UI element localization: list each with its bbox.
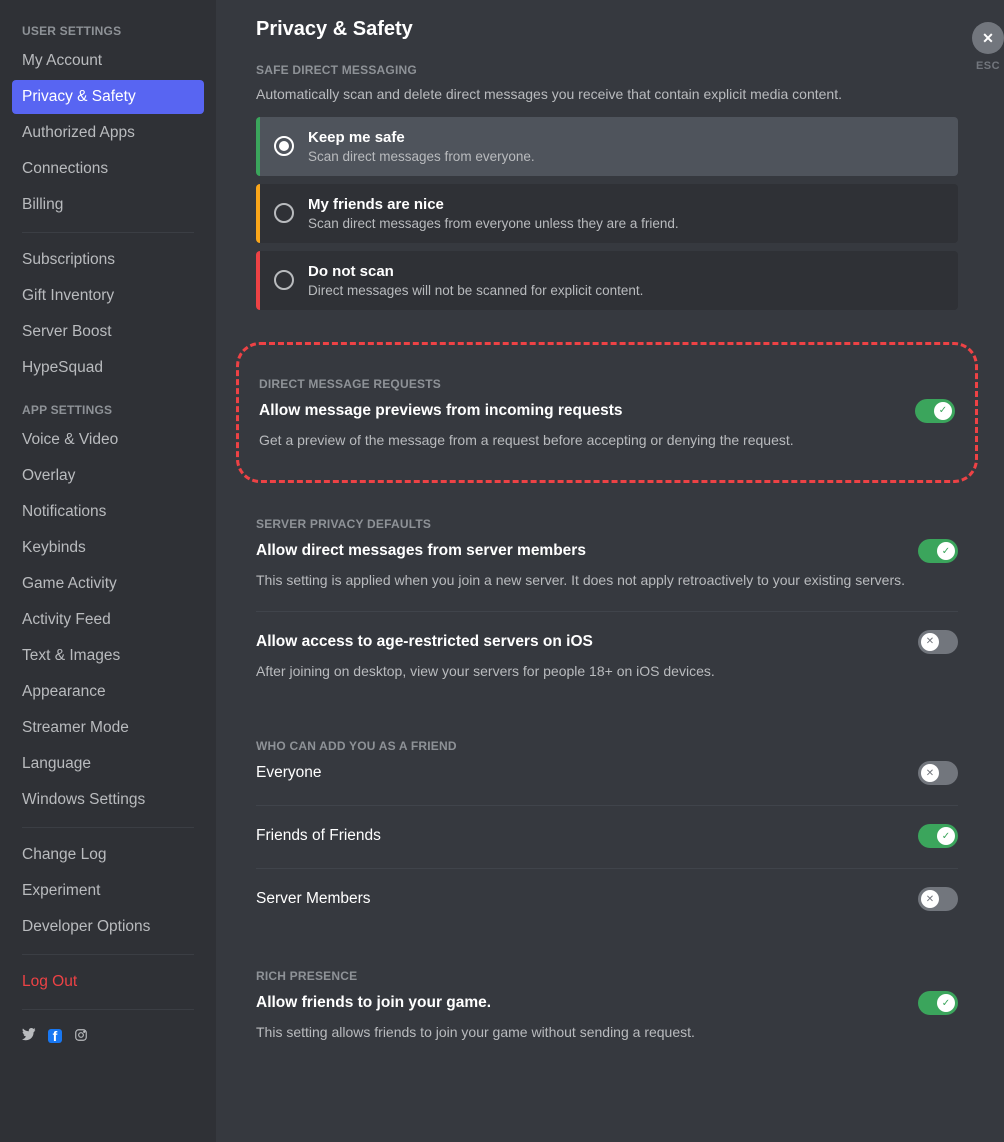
page-title: Privacy & Safety — [256, 18, 958, 41]
sidebar-item-authorized-apps[interactable]: Authorized Apps — [12, 116, 204, 150]
radio-keep-me-safe[interactable]: Keep me safe Scan direct messages from e… — [256, 117, 958, 176]
sidebar-item-overlay[interactable]: Overlay — [12, 459, 204, 493]
friend-heading: WHO CAN ADD YOU AS A FRIEND — [256, 739, 958, 753]
close-button[interactable]: ✕ ESC — [972, 22, 1004, 72]
close-icon: ✕ — [972, 22, 1004, 54]
sidebar-separator — [22, 954, 194, 955]
sidebar-separator — [22, 232, 194, 233]
safe-dm-radio-group: Keep me safe Scan direct messages from e… — [256, 117, 958, 310]
sidebar-item-my-account[interactable]: My Account — [12, 44, 204, 78]
check-icon: ✓ — [934, 402, 952, 420]
toggle-title: Allow friends to join your game. — [256, 994, 491, 1012]
toggle-desc: Get a preview of the message from a requ… — [259, 431, 955, 451]
server-privacy-heading: SERVER PRIVACY DEFAULTS — [256, 517, 958, 531]
toggle-desc: This setting is applied when you join a … — [256, 571, 958, 591]
safe-dm-desc: Automatically scan and delete direct mes… — [256, 85, 958, 105]
toggle-allow-message-previews: Allow message previews from incoming req… — [259, 399, 955, 423]
instagram-icon[interactable] — [74, 1028, 88, 1045]
sidebar-item-billing[interactable]: Billing — [12, 188, 204, 222]
sidebar-item-server-boost[interactable]: Server Boost — [12, 315, 204, 349]
radio-icon — [274, 270, 294, 290]
divider — [256, 868, 958, 869]
check-icon: ✓ — [937, 542, 955, 560]
sidebar-item-windows-settings[interactable]: Windows Settings — [12, 783, 204, 817]
divider — [256, 805, 958, 806]
toggle-desc: This setting allows friends to join your… — [256, 1023, 958, 1043]
sidebar-separator — [22, 1009, 194, 1010]
toggle-switch[interactable]: ✓ — [918, 991, 958, 1015]
radio-title: Do not scan — [308, 263, 643, 280]
toggle-age-restricted-ios: Allow access to age-restricted servers o… — [256, 630, 958, 682]
divider — [256, 611, 958, 612]
dm-requests-heading: DIRECT MESSAGE REQUESTS — [259, 377, 955, 391]
sidebar-item-change-log[interactable]: Change Log — [12, 838, 204, 872]
rich-presence-heading: RICH PRESENCE — [256, 969, 958, 983]
toggle-desc: After joining on desktop, view your serv… — [256, 662, 958, 682]
radio-icon — [274, 203, 294, 223]
sidebar-item-voice-video[interactable]: Voice & Video — [12, 423, 204, 457]
toggle-allow-dm-server-members: Allow direct messages from server member… — [256, 539, 958, 591]
toggle-title: Allow message previews from incoming req… — [259, 402, 623, 420]
radio-sub: Scan direct messages from everyone. — [308, 149, 535, 164]
check-icon: ✓ — [937, 994, 955, 1012]
sidebar-item-hypesquad[interactable]: HypeSquad — [12, 351, 204, 385]
radio-title: My friends are nice — [308, 196, 679, 213]
radio-sub: Direct messages will not be scanned for … — [308, 283, 643, 298]
sidebar-item-experiment[interactable]: Experiment — [12, 874, 204, 908]
toggle-allow-friends-join: Allow friends to join your game. ✓ — [256, 991, 958, 1015]
radio-sub: Scan direct messages from everyone unles… — [308, 216, 679, 231]
highlighted-section: DIRECT MESSAGE REQUESTS Allow message pr… — [236, 342, 978, 484]
twitter-icon[interactable] — [22, 1028, 36, 1045]
sidebar-item-language[interactable]: Language — [12, 747, 204, 781]
toggle-switch[interactable]: ✕ — [918, 761, 958, 785]
toggle-switch[interactable]: ✕ — [918, 887, 958, 911]
main-content: ✕ ESC Privacy & Safety SAFE DIRECT MESSA… — [216, 0, 1004, 1142]
sidebar-item-notifications[interactable]: Notifications — [12, 495, 204, 529]
sidebar-item-subscriptions[interactable]: Subscriptions — [12, 243, 204, 277]
sidebar-heading-user: USER SETTINGS — [12, 20, 204, 44]
toggle-server-members: Server Members ✕ — [256, 887, 958, 911]
sidebar-item-activity-feed[interactable]: Activity Feed — [12, 603, 204, 637]
x-icon: ✕ — [921, 633, 939, 651]
sidebar-item-streamer-mode[interactable]: Streamer Mode — [12, 711, 204, 745]
toggle-switch[interactable]: ✓ — [915, 399, 955, 423]
sidebar-item-privacy-safety[interactable]: Privacy & Safety — [12, 80, 204, 114]
settings-sidebar: USER SETTINGS My Account Privacy & Safet… — [0, 0, 216, 1142]
check-icon: ✓ — [937, 827, 955, 845]
sidebar-item-gift-inventory[interactable]: Gift Inventory — [12, 279, 204, 313]
toggle-switch[interactable]: ✕ — [918, 630, 958, 654]
radio-icon — [274, 136, 294, 156]
toggle-switch[interactable]: ✓ — [918, 539, 958, 563]
toggle-title: Allow access to age-restricted servers o… — [256, 633, 593, 651]
toggle-title: Allow direct messages from server member… — [256, 542, 586, 560]
toggle-friends-of-friends: Friends of Friends ✓ — [256, 824, 958, 848]
sidebar-item-connections[interactable]: Connections — [12, 152, 204, 186]
toggle-title: Friends of Friends — [256, 827, 381, 845]
toggle-everyone: Everyone ✕ — [256, 761, 958, 785]
sidebar-item-logout[interactable]: Log Out — [12, 965, 204, 999]
radio-title: Keep me safe — [308, 129, 535, 146]
toggle-title: Everyone — [256, 764, 321, 782]
sidebar-item-text-images[interactable]: Text & Images — [12, 639, 204, 673]
sidebar-item-game-activity[interactable]: Game Activity — [12, 567, 204, 601]
safe-dm-heading: SAFE DIRECT MESSAGING — [256, 63, 958, 77]
sidebar-item-developer-options[interactable]: Developer Options — [12, 910, 204, 944]
x-icon: ✕ — [921, 890, 939, 908]
x-icon: ✕ — [921, 764, 939, 782]
sidebar-item-appearance[interactable]: Appearance — [12, 675, 204, 709]
facebook-icon[interactable]: f — [48, 1028, 62, 1045]
close-label: ESC — [976, 60, 1000, 72]
toggle-title: Server Members — [256, 890, 371, 908]
toggle-switch[interactable]: ✓ — [918, 824, 958, 848]
sidebar-item-keybinds[interactable]: Keybinds — [12, 531, 204, 565]
sidebar-separator — [22, 827, 194, 828]
sidebar-heading-app: APP SETTINGS — [12, 399, 204, 423]
social-links: f — [12, 1020, 204, 1045]
radio-do-not-scan[interactable]: Do not scan Direct messages will not be … — [256, 251, 958, 310]
radio-friends-nice[interactable]: My friends are nice Scan direct messages… — [256, 184, 958, 243]
